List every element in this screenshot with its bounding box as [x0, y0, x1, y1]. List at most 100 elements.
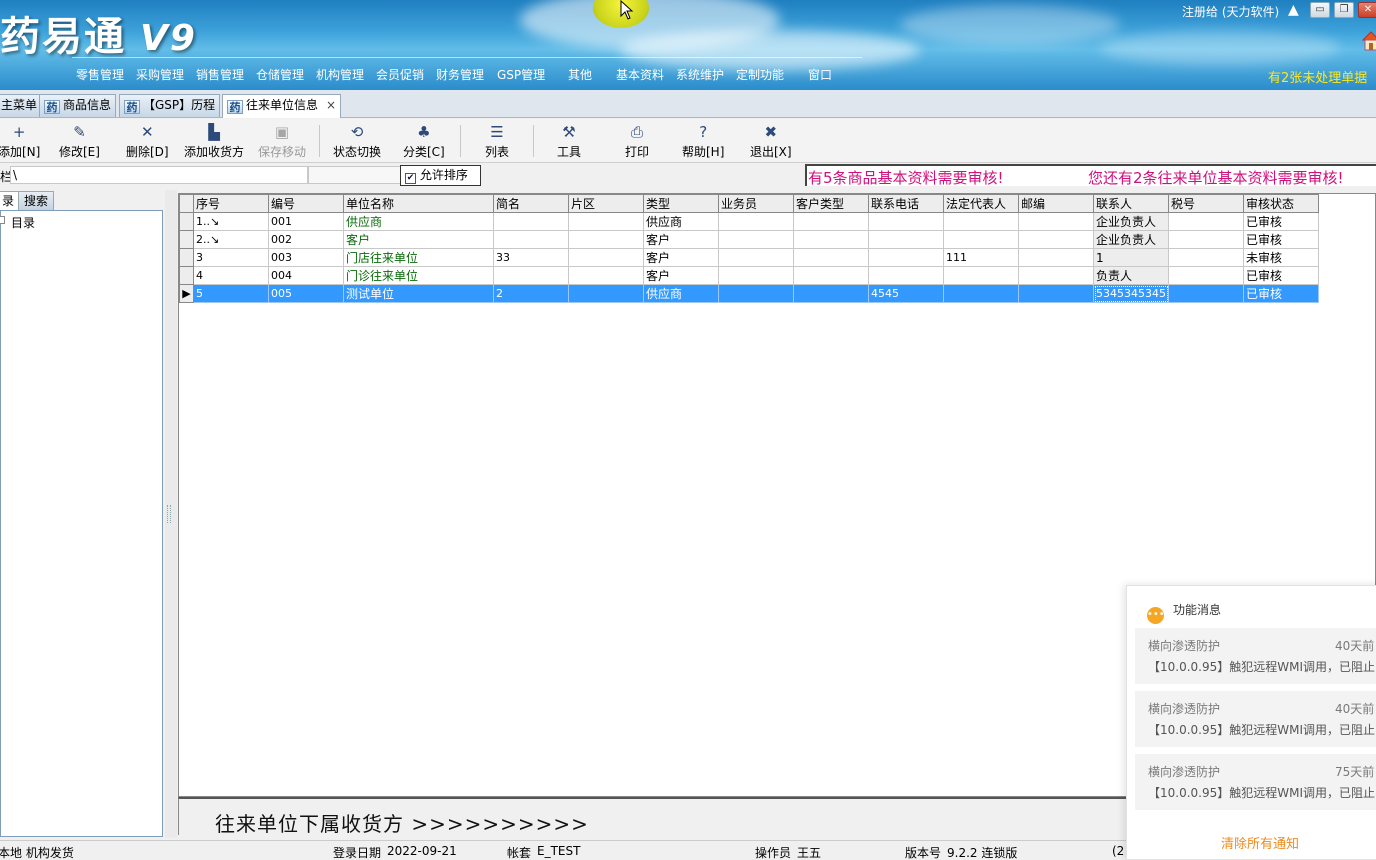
- column-header[interactable]: 类型: [643, 194, 719, 213]
- column-header[interactable]: 客户类型: [793, 194, 869, 213]
- cell-type: 客户: [643, 248, 719, 267]
- table-row[interactable]: 3 003 门店往来单位 33 客户 111 1 未审核: [179, 248, 1319, 267]
- review-notice-marquee[interactable]: 有5条商品基本资料需要审核! 您还有2条往来单位基本资料需要审核!: [805, 164, 1376, 186]
- menu-basic-data[interactable]: 基本资料: [616, 66, 664, 83]
- close-button[interactable]: ✕: [1358, 2, 1376, 18]
- list-button[interactable]: ☰ 列表: [485, 123, 509, 160]
- menu-warehouse[interactable]: 仓储管理: [256, 66, 304, 83]
- save-move-button[interactable]: ▣ 保存移动: [258, 123, 306, 160]
- menu-gsp[interactable]: GSP管理: [497, 66, 545, 83]
- notification-item[interactable]: 横向渗透防护 75天前 【10.0.0.95】触犯远程WMI调用，已阻止: [1135, 754, 1376, 810]
- print-button[interactable]: ⎙ 打印: [625, 123, 649, 160]
- left-panel: 录 搜索 目录: [0, 190, 165, 838]
- table-row[interactable]: 1..↘ 001 供应商 供应商 企业负责人 已审核: [179, 212, 1319, 231]
- notification-item[interactable]: 横向渗透防护 40天前 【10.0.0.95】触犯远程WMI调用，已阻止: [1135, 628, 1376, 684]
- menu-system[interactable]: 系统维护: [676, 66, 724, 83]
- units-review-notice[interactable]: 您还有2条往来单位基本资料需要审核!: [1088, 167, 1344, 186]
- header-cloud: [900, 5, 1120, 45]
- filter-input[interactable]: \: [10, 166, 308, 184]
- column-header[interactable]: 片区: [568, 194, 644, 213]
- notification-item[interactable]: 横向渗透防护 40天前 【10.0.0.95】触犯远程WMI调用，已阻止: [1135, 691, 1376, 747]
- column-header[interactable]: 序号: [193, 194, 269, 213]
- clear-notifications-button[interactable]: 清除所有通知: [1221, 833, 1299, 852]
- menu-retail[interactable]: 零售管理: [76, 66, 124, 83]
- row-indicator[interactable]: [179, 248, 194, 267]
- cell-type: 客户: [643, 230, 719, 249]
- splitter-grip-icon[interactable]: [167, 505, 171, 523]
- edit-button[interactable]: ✎ 修改[E]: [59, 123, 100, 160]
- restore-button[interactable]: ❐: [1334, 2, 1354, 18]
- tools-button-label: 工具: [557, 145, 582, 159]
- filter-secondary-field[interactable]: [308, 166, 404, 184]
- header-cloud: [1100, 30, 1340, 65]
- column-header[interactable]: 税号: [1168, 194, 1244, 213]
- menu-member-promotion[interactable]: 会员促销: [376, 66, 424, 83]
- notification-item-time: 40天前: [1335, 702, 1375, 716]
- add-button[interactable]: + 添加[N]: [0, 123, 40, 160]
- home-icon[interactable]: [1362, 30, 1376, 52]
- allow-sort-checkbox[interactable]: ✔ 允许排序: [400, 165, 481, 186]
- column-header[interactable]: 邮编: [1018, 194, 1094, 213]
- menu-other[interactable]: 其他: [568, 66, 592, 83]
- status-toggle-button[interactable]: ⟲ 状态切换: [333, 123, 381, 160]
- tree-root-item[interactable]: 目录: [11, 214, 35, 231]
- column-header[interactable]: 业务员: [718, 194, 794, 213]
- tab-goods-info[interactable]: 药商品信息: [39, 94, 117, 117]
- menu-sales[interactable]: 销售管理: [196, 66, 244, 83]
- tab-search[interactable]: 搜索: [18, 191, 55, 211]
- row-indicator[interactable]: [179, 230, 194, 249]
- cell-legal-rep: [943, 212, 1019, 231]
- receiver-panel-title[interactable]: 往来单位下属收货方 >>>>>>>>>>: [215, 808, 589, 837]
- category-tree: 目录: [0, 210, 163, 837]
- minimize-button[interactable]: ▭: [1310, 2, 1330, 18]
- cell-tax-no: [1168, 248, 1244, 267]
- tab-catalog[interactable]: 录: [0, 191, 21, 211]
- column-header[interactable]: 审核状态: [1243, 194, 1319, 213]
- pending-documents-notice[interactable]: 有2张未处理单据: [1268, 67, 1367, 86]
- current-row-indicator-icon[interactable]: ▶: [179, 284, 194, 303]
- add-receiver-button[interactable]: ▙ 添加收货方: [184, 123, 244, 160]
- tree-expand-icon[interactable]: [0, 216, 5, 224]
- table-row[interactable]: 2..↘ 002 客户 客户 企业负责人 已审核: [179, 230, 1319, 249]
- menu-finance[interactable]: 财务管理: [436, 66, 484, 83]
- cell-type: 供应商: [643, 284, 719, 303]
- list-button-label: 列表: [485, 145, 510, 159]
- menu-purchase[interactable]: 采购管理: [136, 66, 184, 83]
- edit-button-label: 修改[E]: [59, 145, 100, 159]
- cell-salesman: [718, 284, 794, 303]
- goods-review-notice[interactable]: 有5条商品基本资料需要审核!: [808, 167, 1004, 186]
- notification-header: ••• 功能消息: [1147, 601, 1221, 624]
- table-row[interactable]: 4 004 门诊往来单位 客户 负责人 已审核: [179, 266, 1319, 285]
- column-header[interactable]: 编号: [268, 194, 344, 213]
- cell-type: 供应商: [643, 212, 719, 231]
- tab-label: 往来单位信息: [246, 98, 319, 112]
- exit-button[interactable]: ✖ 退出[X]: [750, 123, 792, 160]
- app-header: 药易通 V9 注册给 (天力软件) ▲ ▭ ❐ ✕ 有2张未处理单据 零售管理 采…: [0, 0, 1376, 90]
- column-header[interactable]: 联系电话: [868, 194, 944, 213]
- tab-gsp-history[interactable]: 药【GSP】历程: [119, 94, 221, 117]
- cell-contact[interactable]: 5345345345: [1093, 284, 1169, 303]
- tools-button[interactable]: ⚒ 工具: [557, 123, 581, 160]
- cell-legal-rep: 111: [943, 248, 1019, 267]
- cell-contact: 企业负责人: [1093, 230, 1169, 249]
- row-indicator[interactable]: [179, 212, 194, 231]
- menu-window[interactable]: 窗口: [808, 66, 832, 83]
- column-header[interactable]: 联系人: [1093, 194, 1169, 213]
- category-button[interactable]: ♣ 分类[C]: [403, 123, 445, 160]
- column-header[interactable]: 单位名称: [343, 194, 494, 213]
- tab-main-menu[interactable]: 主菜单: [0, 94, 43, 117]
- table-row-selected[interactable]: ▶ 5 005 测试单位 2 供应商 4545 5345345345 已审核: [179, 284, 1319, 303]
- help-button[interactable]: ? 帮助[H]: [682, 123, 724, 160]
- tab-close-icon[interactable]: ×: [326, 98, 336, 112]
- column-header[interactable]: 简名: [493, 194, 569, 213]
- up-arrow-icon[interactable]: ▲: [1288, 2, 1299, 18]
- status-account-label: 帐套: [507, 846, 532, 860]
- column-header[interactable]: 法定代表人: [943, 194, 1019, 213]
- menu-organization[interactable]: 机构管理: [316, 66, 364, 83]
- menu-custom[interactable]: 定制功能: [736, 66, 784, 83]
- delete-button[interactable]: ✕ 删除[D]: [126, 123, 169, 160]
- row-indicator[interactable]: [179, 266, 194, 285]
- app-logo: 药易通 V9: [0, 4, 197, 62]
- message-icon: •••: [1147, 607, 1165, 624]
- tab-partner-info[interactable]: 药往来单位信息 ×: [222, 94, 342, 118]
